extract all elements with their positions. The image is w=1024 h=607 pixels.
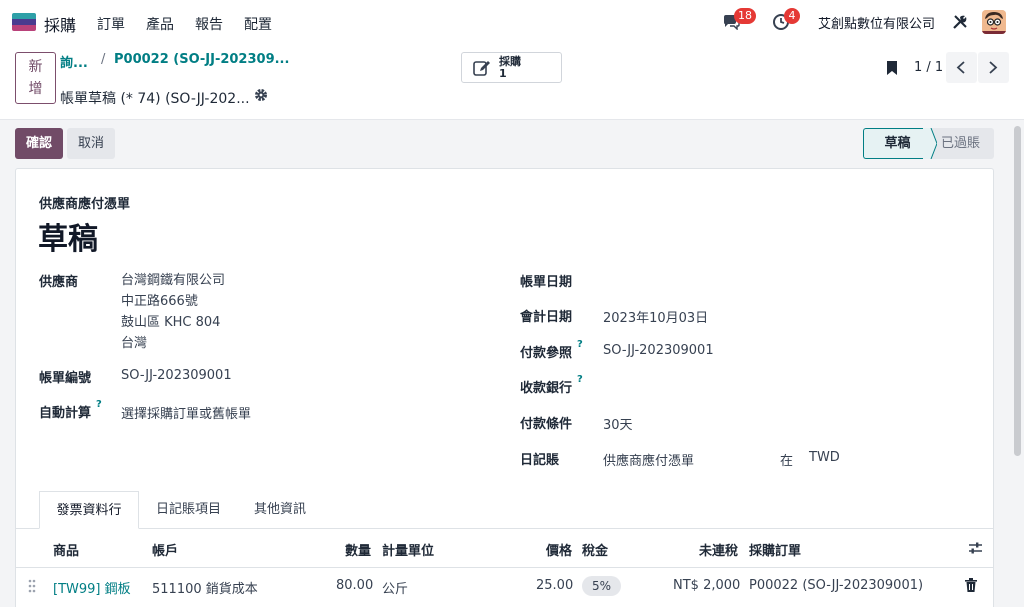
recipient-bank-help-icon[interactable]: ?	[577, 374, 583, 385]
main-menu: 訂單 產品 報告 配置	[97, 14, 272, 34]
vendor-address[interactable]: 台灣鋼鐵有限公司 中正路666號 鼓山區 KHC 804 台灣	[121, 270, 225, 354]
vendor-city: 鼓山區 KHC 804	[121, 315, 221, 330]
col-quantity[interactable]: 數量	[345, 540, 371, 559]
edit-document-icon	[473, 61, 490, 76]
col-price[interactable]: 價格	[546, 540, 572, 559]
record-state-title: 草稿	[38, 222, 98, 257]
breadcrumb-rfq[interactable]: 詢...	[60, 52, 88, 71]
payment-reference-help-icon[interactable]: ?	[577, 339, 583, 350]
purchase-smart-button[interactable]: 採購 1	[461, 52, 562, 83]
top-navbar: 採購 訂單 產品 報告 配置 18 4 艾創點數位有限公司	[0, 0, 1024, 44]
company-switcher[interactable]: 艾創點數位有限公司	[818, 13, 935, 32]
control-panel: 新 增 詢... / P00022 (SO-JJ-202309... 帳單草稿 …	[0, 44, 1024, 120]
journal-label: 日記賬	[520, 453, 560, 468]
confirm-button[interactable]: 確認	[15, 128, 63, 159]
move-type-label: 供應商應付憑單	[39, 197, 131, 212]
accounting-date-field[interactable]: 2023年10月03日	[603, 307, 708, 326]
payment-terms-field[interactable]: 30天	[603, 414, 633, 433]
trash-icon[interactable]	[965, 578, 977, 592]
pager-previous-button[interactable]	[946, 52, 977, 83]
breadcrumb-purchase-order[interactable]: P00022 (SO-JJ-202309...	[114, 52, 289, 67]
menu-products[interactable]: 產品	[146, 14, 174, 34]
col-product[interactable]: 商品	[53, 540, 79, 559]
vendor-street: 中正路666號	[121, 294, 198, 309]
col-taxes[interactable]: 稅金	[582, 540, 608, 559]
pager-next-button[interactable]	[978, 52, 1009, 83]
vendor-country: 台灣	[121, 336, 148, 351]
tab-other-info[interactable]: 其他資訊	[237, 491, 323, 529]
app-logo-icon[interactable]	[12, 13, 36, 31]
new-button-label-2: 增	[28, 81, 43, 97]
new-button[interactable]: 新 增	[15, 52, 56, 104]
menu-configuration[interactable]: 配置	[244, 14, 272, 34]
app-name[interactable]: 採購	[44, 12, 76, 36]
autocomplete-help-icon[interactable]: ?	[96, 399, 102, 410]
bill-reference-label: 帳單編號	[39, 371, 92, 386]
accounting-date-label: 會計日期	[520, 310, 573, 325]
new-button-label-1: 新	[28, 59, 43, 75]
line-tax-badge[interactable]: 5%	[582, 576, 621, 596]
payment-reference-field[interactable]: SO-JJ-202309001	[603, 343, 714, 358]
bill-date-label: 帳單日期	[520, 275, 573, 290]
smart-button-value: 1	[499, 67, 507, 80]
status-arrow-icon	[923, 128, 937, 159]
col-uom[interactable]: 計量單位	[382, 540, 434, 559]
status-draft[interactable]: 草稿	[863, 128, 931, 159]
journal-in-text: 在	[780, 454, 794, 469]
user-avatar[interactable]	[982, 10, 1006, 34]
line-subtotal: NT$ 2,000	[673, 578, 741, 593]
gear-icon[interactable]	[254, 88, 268, 102]
debug-tools-icon[interactable]	[952, 14, 968, 30]
chevron-right-icon	[989, 61, 998, 74]
journal-field[interactable]: 供應商應付憑單	[603, 450, 694, 469]
tab-journal-items[interactable]: 日記賬項目	[140, 491, 237, 529]
record-title: 帳單草稿 (* 74) (SO-JJ-202...	[60, 91, 250, 107]
breadcrumb-separator: /	[101, 52, 106, 67]
line-quantity[interactable]: 80.00	[336, 578, 373, 593]
optional-columns-icon[interactable]	[968, 541, 983, 555]
col-subtotal[interactable]: 未連稅	[699, 540, 738, 559]
drag-handle-icon[interactable]	[28, 579, 36, 593]
table-header-divider	[16, 567, 993, 568]
payment-terms-label: 付款條件	[520, 417, 573, 432]
line-uom[interactable]: 公斤	[382, 578, 408, 597]
statusbar: 草稿 已過賬	[863, 128, 994, 159]
tab-invoice-lines[interactable]: 發票資料行	[39, 491, 139, 529]
chevron-left-icon	[956, 61, 965, 74]
bookmark-icon[interactable]	[886, 60, 898, 76]
menu-orders[interactable]: 訂單	[97, 14, 125, 34]
pager-value[interactable]: 1 / 1	[914, 60, 943, 75]
line-price[interactable]: 25.00	[536, 578, 573, 593]
activities-count-badge: 4	[784, 8, 800, 24]
menu-reporting[interactable]: 報告	[195, 14, 223, 34]
autocomplete-select[interactable]: 選擇採購訂單或舊帳單	[121, 403, 251, 422]
col-account[interactable]: 帳戶	[152, 540, 178, 559]
vendor-name[interactable]: 台灣鋼鐵有限公司	[121, 270, 225, 291]
messages-count-badge: 18	[734, 8, 756, 24]
autocomplete-label: 自動計算	[39, 406, 92, 421]
currency-field[interactable]: TWD	[809, 450, 840, 465]
line-product[interactable]: [TW99] 鋼板	[53, 578, 131, 597]
status-posted[interactable]: 已過賬	[931, 128, 994, 159]
cancel-button[interactable]: 取消	[67, 128, 115, 159]
recipient-bank-label: 收款銀行	[520, 381, 573, 396]
scrollbar[interactable]	[1014, 126, 1021, 456]
vendor-label: 供應商	[39, 275, 79, 290]
bill-reference-field[interactable]: SO-JJ-202309001	[121, 368, 232, 383]
line-account[interactable]: 511100 銷貨成本	[152, 578, 258, 597]
payment-reference-label: 付款參照	[520, 346, 573, 361]
line-purchase-order[interactable]: P00022 (SO-JJ-202309001)	[749, 578, 923, 593]
col-purchase-order[interactable]: 採購訂單	[749, 540, 801, 559]
